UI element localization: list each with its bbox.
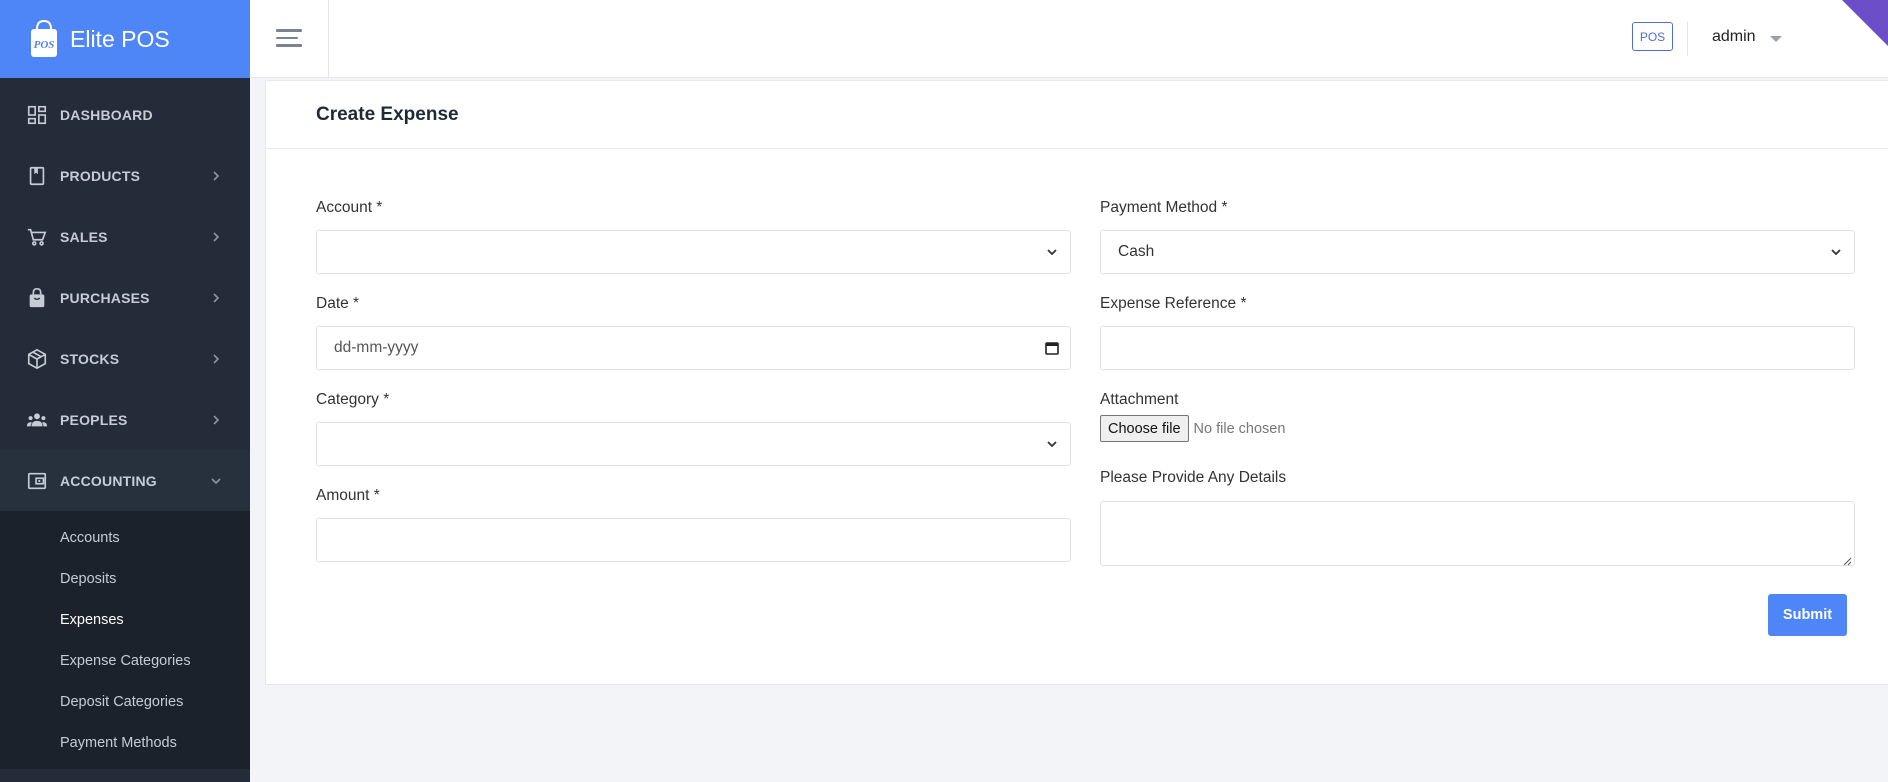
submenu-item-accounts[interactable]: Accounts — [0, 517, 250, 558]
submenu-item-expense-categories[interactable]: Expense Categories — [0, 640, 250, 681]
chevron-down-icon — [1044, 436, 1060, 452]
user-name: admin — [1712, 28, 1756, 45]
expense-reference-input[interactable] — [1100, 326, 1855, 370]
category-select[interactable] — [316, 422, 1071, 466]
category-field: Category * — [316, 391, 1071, 466]
header-divider — [328, 0, 329, 78]
chevron-right-icon — [210, 353, 222, 365]
details-label: Please Provide Any Details — [1100, 469, 1287, 486]
date-placeholder: dd-mm-yyyy — [334, 339, 419, 356]
accounting-submenu: Accounts Deposits Expenses Expense Categ… — [0, 511, 250, 769]
sidebar-item-label: PEOPLES — [60, 411, 128, 428]
dashboard-icon — [26, 104, 48, 126]
file-input[interactable]: Choose file No file chosen — [1100, 415, 1285, 442]
payment-method-label: Payment Method * — [1100, 199, 1228, 216]
account-field: Account * — [316, 199, 1071, 274]
account-select[interactable] — [316, 230, 1071, 274]
calendar-icon[interactable] — [1044, 340, 1060, 356]
amount-label: Amount * — [316, 487, 380, 504]
account-label: Account * — [316, 199, 383, 216]
sidebar-item-label: STOCKS — [60, 350, 120, 367]
pos-bag-logo-icon: POS — [28, 19, 60, 59]
expense-reference-field: Expense Reference * — [1100, 295, 1855, 370]
chevron-down-icon — [210, 475, 222, 487]
sidebar-item-accounting[interactable]: ACCOUNTING — [0, 450, 250, 511]
sidebar: POS Elite POS DASHBOARD PRODUCTS SALES P… — [0, 0, 250, 782]
top-header: POS admin — [250, 0, 1888, 78]
payment-method-select[interactable]: Cash — [1100, 230, 1855, 274]
sidebar-item-label: ACCOUNTING — [60, 472, 157, 489]
brand[interactable]: POS Elite POS — [0, 0, 250, 78]
sidebar-item-label: DASHBOARD — [60, 106, 153, 123]
submit-button[interactable]: Submit — [1768, 594, 1847, 636]
wallet-icon — [26, 470, 48, 492]
attachment-field: Attachment Choose file No file chosen — [1100, 391, 1285, 442]
pos-button[interactable]: POS — [1632, 22, 1673, 51]
submenu-item-deposits[interactable]: Deposits — [0, 558, 250, 599]
date-field: Date * dd-mm-yyyy — [316, 295, 1071, 370]
svg-text:POS: POS — [34, 39, 55, 51]
sidebar-nav: DASHBOARD PRODUCTS SALES PURCHASES STOCK… — [0, 84, 250, 511]
amount-input[interactable] — [316, 518, 1071, 562]
book-icon — [26, 165, 48, 187]
details-textarea[interactable] — [1100, 501, 1855, 566]
chevron-right-icon — [210, 231, 222, 243]
brand-name: Elite POS — [70, 25, 170, 52]
choose-file-button[interactable]: Choose file — [1100, 415, 1189, 442]
details-field: Please Provide Any Details — [1100, 469, 1855, 566]
box-icon — [26, 348, 48, 370]
date-input[interactable]: dd-mm-yyyy — [316, 326, 1071, 370]
page-title: Create Expense — [316, 103, 459, 125]
user-menu[interactable]: admin — [1712, 28, 1782, 46]
caret-down-icon — [1769, 35, 1782, 42]
submenu-item-expenses[interactable]: Expenses — [0, 599, 250, 640]
expense-reference-label: Expense Reference * — [1100, 295, 1247, 312]
submenu-item-deposit-categories[interactable]: Deposit Categories — [0, 681, 250, 722]
resize-handle-icon[interactable] — [1842, 553, 1852, 566]
sidebar-item-purchases[interactable]: PURCHASES — [0, 267, 250, 328]
amount-field: Amount * — [316, 487, 1071, 562]
bag-icon — [26, 287, 48, 309]
file-status: No file chosen — [1193, 420, 1286, 437]
header-separator — [1687, 22, 1688, 56]
create-expense-card: Create Expense Account * Date * dd-mm-yy… — [265, 80, 1888, 685]
chevron-down-icon — [1044, 244, 1060, 260]
corner-ribbon — [1842, 0, 1888, 46]
sidebar-item-label: PURCHASES — [60, 289, 150, 306]
sidebar-item-label: SALES — [60, 228, 108, 245]
chevron-right-icon — [210, 414, 222, 426]
card-header: Create Expense — [266, 81, 1888, 149]
sidebar-item-dashboard[interactable]: DASHBOARD — [0, 84, 250, 145]
chevron-right-icon — [210, 170, 222, 182]
sidebar-item-label: PRODUCTS — [60, 167, 141, 184]
sidebar-item-peoples[interactable]: PEOPLES — [0, 389, 250, 450]
sidebar-item-stocks[interactable]: STOCKS — [0, 328, 250, 389]
attachment-label: Attachment — [1100, 391, 1179, 408]
chevron-right-icon — [210, 292, 222, 304]
sidebar-item-sales[interactable]: SALES — [0, 206, 250, 267]
date-label: Date * — [316, 295, 360, 312]
submenu-item-payment-methods[interactable]: Payment Methods — [0, 722, 250, 763]
payment-method-field: Payment Method * Cash — [1100, 199, 1855, 274]
cart-icon — [26, 226, 48, 248]
people-icon — [26, 409, 48, 431]
category-label: Category * — [316, 391, 390, 408]
chevron-down-icon — [1828, 244, 1844, 260]
menu-toggle-icon[interactable] — [276, 29, 302, 49]
payment-method-value: Cash — [1118, 243, 1155, 260]
sidebar-item-products[interactable]: PRODUCTS — [0, 145, 250, 206]
